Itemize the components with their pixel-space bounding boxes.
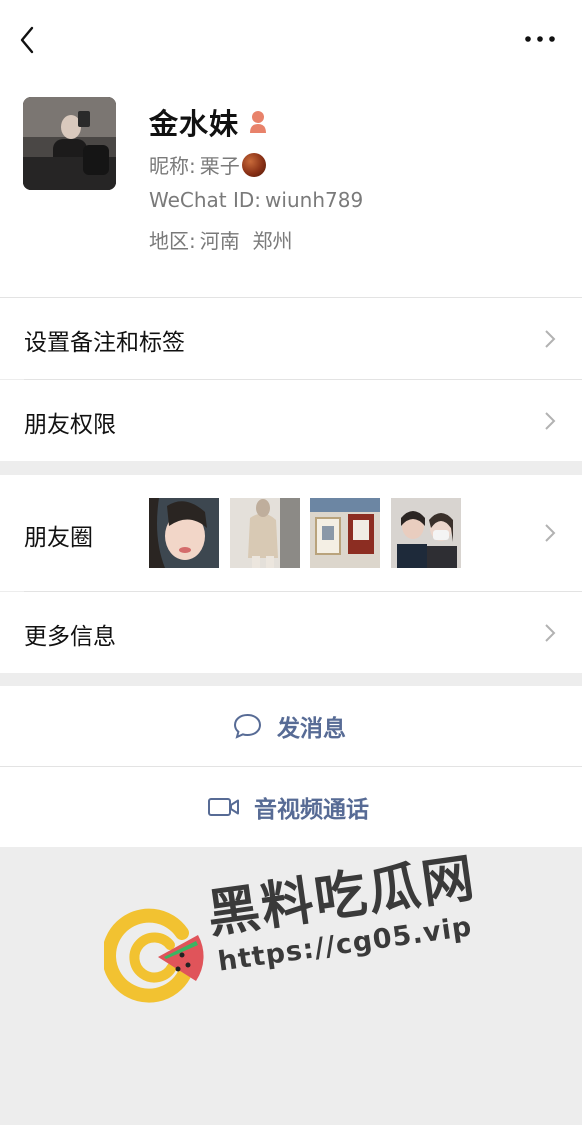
profile-card: 金水妹 昵称: 栗子 WeChat ID: wiunh789 地区: 河南 郑州 <box>0 80 582 298</box>
region-value: 河南 郑州 <box>199 229 293 253</box>
video-camera-icon <box>208 798 239 816</box>
more-info-label: 更多信息 <box>24 624 116 650</box>
name-row: 金水妹 <box>149 102 269 142</box>
region-line: 地区: 河南 郑州 <box>149 225 292 254</box>
top-bar <box>0 0 582 80</box>
more-dots-icon <box>525 36 555 42</box>
moment-photo-2 <box>230 498 300 568</box>
friend-permissions-label: 朋友权限 <box>24 412 116 438</box>
contact-name: 金水妹 <box>149 107 240 141</box>
friend-permissions-row[interactable]: 朋友权限 <box>0 380 582 461</box>
region-label: 地区: <box>149 229 196 253</box>
nickname-line: 昵称: 栗子 <box>149 150 266 179</box>
send-message-button[interactable]: 发消息 <box>0 686 582 766</box>
chevron-right-icon <box>545 524 556 542</box>
video-call-label: 音视频通话 <box>254 797 369 823</box>
watermark: 黑料吃瓜网 https://cg05.vip <box>100 848 480 1015</box>
nickname-label: 昵称: <box>149 154 196 178</box>
avatar[interactable] <box>23 97 116 190</box>
chestnut-emoji-icon <box>241 153 266 177</box>
remarks-tags-row[interactable]: 设置备注和标签 <box>0 298 582 379</box>
back-button[interactable] <box>14 22 46 58</box>
wechat-id-label: WeChat ID: <box>149 188 262 212</box>
chat-bubble-icon <box>233 713 262 739</box>
avatar-photo <box>23 97 116 190</box>
chevron-right-icon <box>545 412 556 430</box>
chevron-right-icon <box>545 330 556 348</box>
wechat-id-line: WeChat ID: wiunh789 <box>149 188 363 212</box>
moments-label: 朋友圈 <box>24 525 93 551</box>
nickname-value: 栗子 <box>199 154 240 178</box>
send-message-label: 发消息 <box>277 716 346 742</box>
more-button[interactable] <box>520 26 560 52</box>
moment-photo-3 <box>310 498 380 568</box>
video-call-button[interactable]: 音视频通话 <box>0 767 582 847</box>
watermark-logo-icon <box>104 908 204 1003</box>
more-info-row[interactable]: 更多信息 <box>0 592 582 673</box>
wechat-id-value: wiunh789 <box>265 188 364 212</box>
female-person-icon <box>250 111 267 133</box>
chevron-right-icon <box>545 624 556 642</box>
moment-photo-1 <box>149 498 219 568</box>
moments-row[interactable]: 朋友圈 <box>0 475 582 591</box>
remarks-tags-label: 设置备注和标签 <box>24 330 185 356</box>
chevron-left-icon <box>20 26 34 54</box>
moment-photo-4 <box>391 498 461 568</box>
